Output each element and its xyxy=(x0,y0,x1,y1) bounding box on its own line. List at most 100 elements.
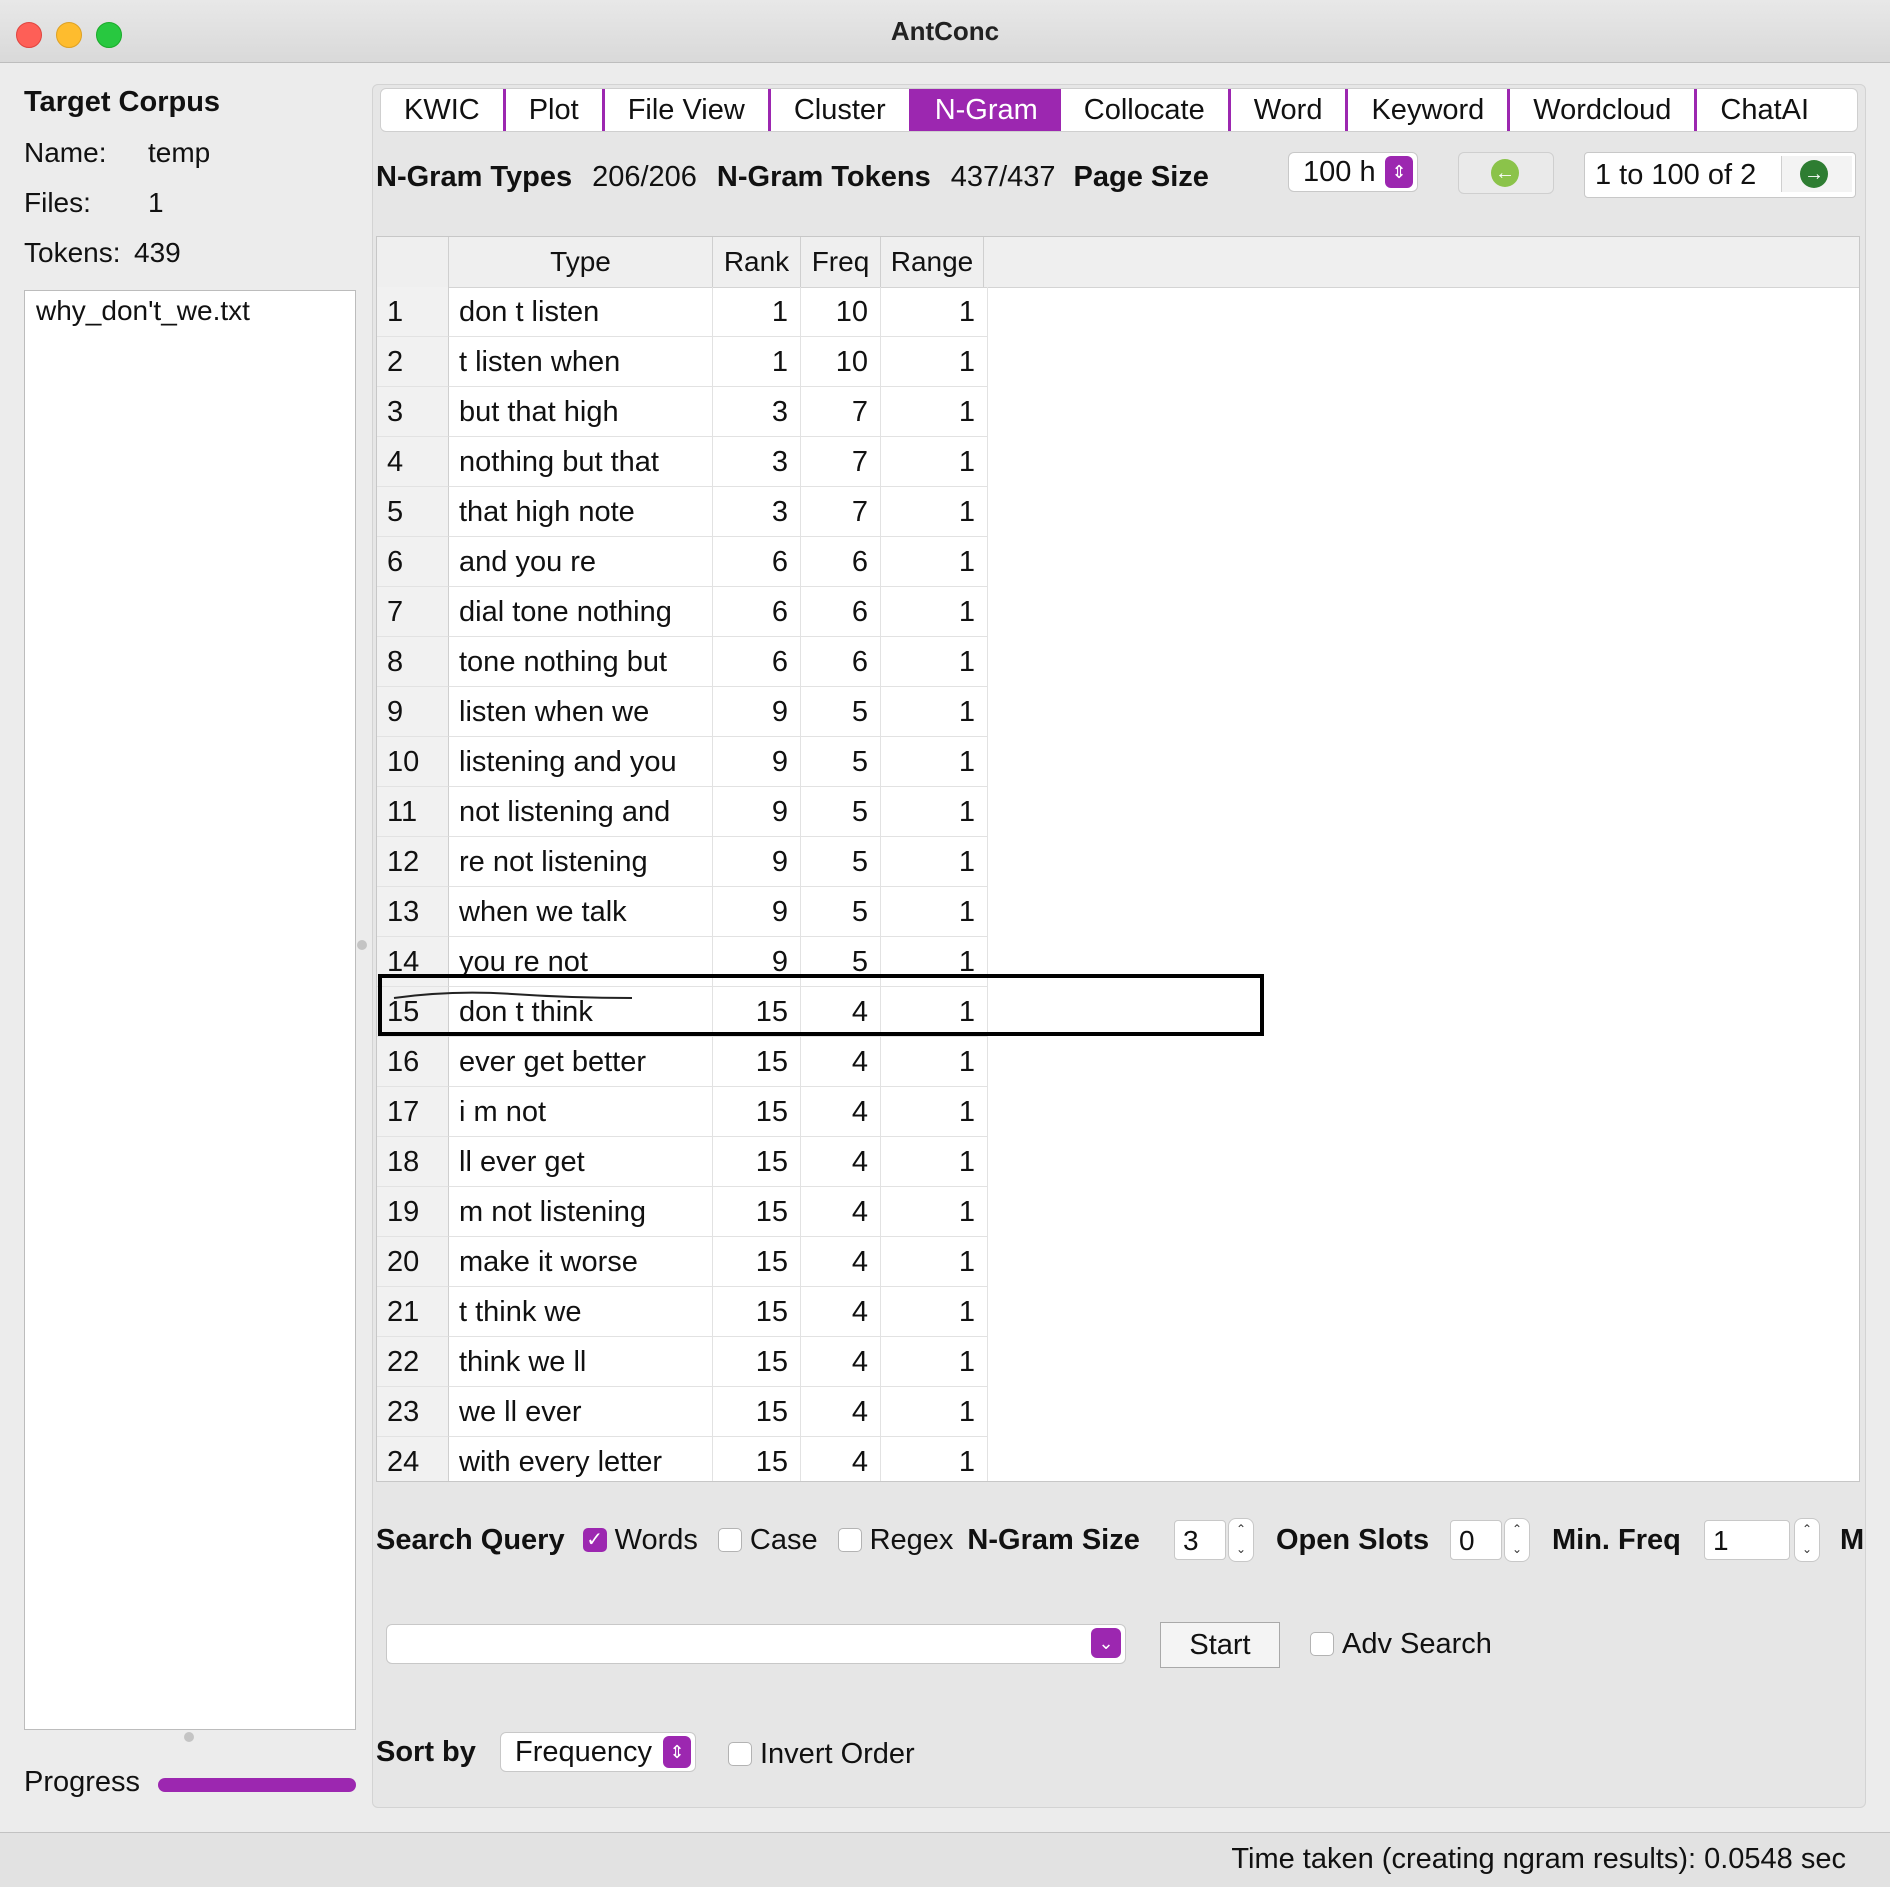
table-row[interactable]: 22 think we ll 15 4 1 xyxy=(377,1337,988,1387)
previous-page-button[interactable]: ← xyxy=(1458,152,1554,194)
table-row[interactable]: 10 listening and you 9 5 1 xyxy=(377,737,988,787)
page-size-select[interactable]: 100 h ⇕ xyxy=(1288,152,1418,192)
tab-file-view[interactable]: File View xyxy=(605,89,771,131)
case-checkbox[interactable] xyxy=(717,1528,742,1552)
table-row[interactable]: 4 nothing but that 3 7 1 xyxy=(377,437,988,487)
table-row[interactable]: 6 and you re 6 6 1 xyxy=(377,537,988,587)
adv-search-checkbox[interactable] xyxy=(1310,1632,1334,1656)
table-row[interactable]: 9 listen when we 9 5 1 xyxy=(377,687,988,737)
tab-chatai[interactable]: ChatAI xyxy=(1697,89,1832,131)
table-row[interactable]: 12 re not listening 9 5 1 xyxy=(377,837,988,887)
tab-kwic[interactable]: KWIC xyxy=(381,89,506,131)
rank-cell: 9 xyxy=(713,737,801,787)
freq-cell: 4 xyxy=(801,1437,881,1481)
ngram-size-input[interactable]: 3 xyxy=(1174,1520,1226,1560)
tab-cluster[interactable]: Cluster xyxy=(771,89,912,131)
table-row[interactable]: 20 make it worse 15 4 1 xyxy=(377,1237,988,1287)
table-row[interactable]: 16 ever get better 15 4 1 xyxy=(377,1037,988,1087)
ngram-stats: N-Gram Types 206/206 N-Gram Tokens 437/4… xyxy=(376,150,1209,204)
adv-search-label: Adv Search xyxy=(1342,1627,1492,1660)
progress-label: Progress xyxy=(24,1766,141,1798)
corpus-info-panel: Target Corpus Name: temp Files: 1 Tokens… xyxy=(24,86,356,287)
range-cell: 1 xyxy=(881,687,988,737)
corpus-files-row: Files: 1 xyxy=(24,187,356,237)
column-header-rank[interactable]: Rank xyxy=(713,237,801,287)
rank-cell: 9 xyxy=(713,837,801,887)
freq-cell: 4 xyxy=(801,1387,881,1437)
corpus-file-list[interactable]: why_don't_we.txt xyxy=(24,290,356,1730)
table-row[interactable]: 19 m not listening 15 4 1 xyxy=(377,1187,988,1237)
column-header-range[interactable]: Range xyxy=(881,237,984,287)
rank-cell: 15 xyxy=(713,1287,801,1337)
row-number: 20 xyxy=(377,1237,449,1287)
page-range-field[interactable]: 1 to 100 of 2 → xyxy=(1584,152,1856,198)
rank-cell: 9 xyxy=(713,937,801,987)
table-row[interactable]: 21 t think we 15 4 1 xyxy=(377,1287,988,1337)
query-history-dropdown-icon[interactable]: ⌄ xyxy=(1091,1628,1121,1658)
table-row[interactable]: 13 when we talk 9 5 1 xyxy=(377,887,988,937)
type-cell: m not listening xyxy=(449,1187,713,1237)
regex-label: Regex xyxy=(869,1523,954,1556)
tab-collocate[interactable]: Collocate xyxy=(1061,89,1231,131)
row-number: 2 xyxy=(377,337,449,387)
tab-keyword[interactable]: Keyword xyxy=(1348,89,1511,131)
adv-search-group: Adv Search xyxy=(1310,1620,1492,1668)
type-cell: nothing but that xyxy=(449,437,713,487)
type-cell: dial tone nothing xyxy=(449,587,713,637)
column-header-type[interactable]: Type xyxy=(449,237,713,287)
table-row[interactable]: 18 ll ever get 15 4 1 xyxy=(377,1137,988,1187)
type-cell: you re not xyxy=(449,937,713,987)
table-row[interactable]: 1 don t listen 1 10 1 xyxy=(377,287,988,337)
type-cell: when we talk xyxy=(449,887,713,937)
open-slots-stepper[interactable]: ⌃ ⌄ xyxy=(1504,1518,1530,1562)
rank-cell: 15 xyxy=(713,1387,801,1437)
freq-cell: 7 xyxy=(801,437,881,487)
corpus-files-label: Files: xyxy=(24,187,91,218)
table-row[interactable]: 8 tone nothing but 6 6 1 xyxy=(377,637,988,687)
tab-plot[interactable]: Plot xyxy=(506,89,605,131)
sort-by-select[interactable]: Frequency ⇕ xyxy=(500,1732,696,1772)
page-size-dropdown-icon: ⇕ xyxy=(1385,156,1413,188)
words-checkbox[interactable]: ✓ xyxy=(582,1528,607,1552)
pen-scribble-mark xyxy=(393,991,633,999)
title-bar: AntConc xyxy=(0,0,1890,63)
min-freq-input[interactable]: 1 xyxy=(1704,1520,1790,1560)
rank-cell: 3 xyxy=(713,487,801,537)
table-row[interactable]: 14 you re not 9 5 1 xyxy=(377,937,988,987)
table-row[interactable]: 5 that high note 3 7 1 xyxy=(377,487,988,537)
table-row[interactable]: 11 not listening and 9 5 1 xyxy=(377,787,988,837)
table-row[interactable]: 3 but that high 3 7 1 xyxy=(377,387,988,437)
table-row[interactable]: 24 with every letter 15 4 1 xyxy=(377,1437,988,1481)
type-cell: tone nothing but xyxy=(449,637,713,687)
page-range-text: 1 to 100 of 2 xyxy=(1595,159,1757,191)
table-row[interactable]: 7 dial tone nothing 6 6 1 xyxy=(377,587,988,637)
row-number: 24 xyxy=(377,1437,449,1481)
tab-n-gram[interactable]: N-Gram xyxy=(911,89,1061,131)
column-header-freq[interactable]: Freq xyxy=(801,237,881,287)
range-cell: 1 xyxy=(881,737,988,787)
invert-order-checkbox[interactable] xyxy=(728,1742,752,1766)
split-pane-handle[interactable] xyxy=(357,940,367,950)
open-slots-input[interactable]: 0 xyxy=(1450,1520,1502,1560)
range-cell: 1 xyxy=(881,937,988,987)
table-row[interactable]: 23 we ll ever 15 4 1 xyxy=(377,1387,988,1437)
ngram-size-stepper[interactable]: ⌃ ⌄ xyxy=(1228,1518,1254,1562)
tab-wordcloud[interactable]: Wordcloud xyxy=(1510,89,1698,131)
regex-checkbox[interactable] xyxy=(837,1528,862,1552)
start-button[interactable]: Start xyxy=(1160,1622,1280,1668)
open-slots-group: Open Slots xyxy=(1276,1516,1429,1564)
panel-resize-handle[interactable] xyxy=(184,1732,194,1742)
search-query-input[interactable]: ⌄ xyxy=(386,1624,1126,1664)
corpus-file-item[interactable]: why_don't_we.txt xyxy=(25,291,355,331)
tool-tabs: KWIC Plot File View Cluster N-Gram Collo… xyxy=(380,88,1858,132)
row-number: 17 xyxy=(377,1087,449,1137)
table-row[interactable]: 17 i m not 15 4 1 xyxy=(377,1087,988,1137)
freq-cell: 6 xyxy=(801,637,881,687)
range-cell: 1 xyxy=(881,1037,988,1087)
tab-word[interactable]: Word xyxy=(1231,89,1349,131)
table-row[interactable]: 2t listen when 1 10 1 xyxy=(377,337,988,387)
row-number: 19 xyxy=(377,1187,449,1237)
min-freq-stepper[interactable]: ⌃ ⌄ xyxy=(1794,1518,1820,1562)
next-page-button[interactable]: → xyxy=(1781,156,1852,192)
rank-cell: 15 xyxy=(713,1437,801,1481)
